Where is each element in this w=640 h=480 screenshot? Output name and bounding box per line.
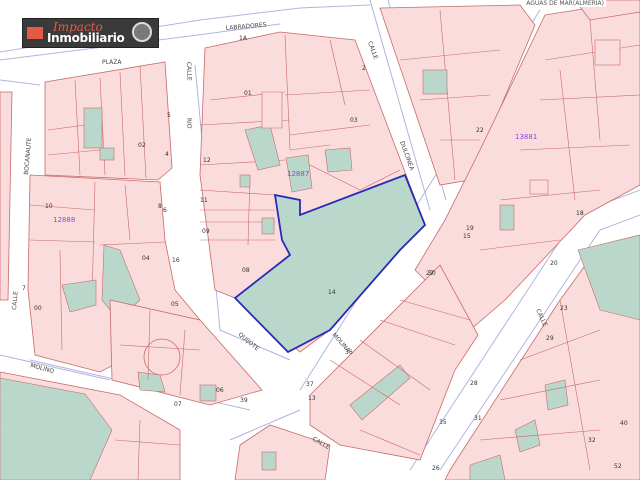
parcel-number: 15 [463, 233, 471, 240]
cadastral-map[interactable]: PLAZA LABRADORES CALLE RIO CALLE DULCINE… [0, 0, 640, 480]
street-bocanaute: BOCANAUTE [23, 137, 33, 175]
block-ref-12888: 12888 [53, 216, 75, 224]
parcel-number: 14 [328, 289, 336, 296]
parcel-number: 40 [620, 420, 628, 427]
parcel-number: 5 [167, 112, 171, 119]
parcel-number: 05 [171, 301, 179, 308]
parcel-number: 8 [158, 203, 162, 210]
parcel-number: 35 [439, 419, 447, 426]
street-calle-left: CALLE [11, 291, 20, 311]
parcel-number: 4 [165, 151, 169, 158]
parcel-number: 2 [362, 65, 366, 72]
parcel-number: 28 [470, 380, 478, 387]
street-molino: MOLINO [29, 362, 54, 375]
parcel-number: 03 [350, 117, 358, 124]
parcel-number: 7 [22, 285, 26, 292]
parcel-number: 13 [308, 395, 316, 402]
parcel-number: 04 [142, 255, 150, 262]
parcel-number: 09 [202, 228, 210, 235]
parcel-number: 39 [240, 397, 248, 404]
parcel-number: 29 [546, 335, 554, 342]
company-logo[interactable]: Impacto Inmobiliario [22, 18, 159, 48]
block-central[interactable] [199, 31, 427, 354]
parcel-number: 22 [476, 127, 484, 134]
street-quijote: QUIJOTE [237, 331, 261, 352]
globe-icon [132, 22, 152, 42]
parcel-number: 11 [200, 197, 208, 204]
parcel-number: 30 [428, 270, 436, 277]
parcel-number: 37 [306, 381, 314, 388]
logo-mark-icon [27, 27, 43, 39]
block-ref-12887: 12887 [287, 170, 309, 178]
parcel-number: 31 [474, 415, 482, 422]
parcel-number: 36 [345, 349, 353, 356]
street-labradores: LABRADORES [226, 21, 267, 32]
parcel-number: 16 [172, 257, 180, 264]
parcel-number: 00 [34, 305, 42, 312]
block-bottom-center[interactable] [234, 424, 331, 480]
parcel-number: 19 [466, 225, 474, 232]
block-left-edge[interactable] [0, 91, 13, 301]
map-canvas[interactable]: PLAZA LABRADORES CALLE RIO CALLE DULCINE… [0, 0, 640, 480]
parcel-number: 07 [174, 401, 182, 408]
parcel-number: 02 [138, 142, 146, 149]
parcel-number: 10 [45, 203, 53, 210]
parcel-number: 52 [614, 463, 622, 470]
parcel-number: 32 [588, 437, 596, 444]
parcel-number: 18 [576, 210, 584, 217]
parcel-number: 01 [244, 90, 252, 97]
street-calle-rio-1: CALLE [185, 62, 193, 81]
parcel-number: 6 [163, 207, 167, 214]
parcel-number: 06 [216, 387, 224, 394]
parcel-number: 1A [239, 35, 248, 42]
street-plaza: PLAZA [102, 59, 122, 66]
map-corner-label: AGUAS DE MAR(ALMERIA) [524, 0, 606, 7]
logo-line2: Inmobiliario [47, 31, 125, 45]
parcel-number: 12 [203, 157, 211, 164]
street-calle-dulcinea-1: CALLE [366, 40, 379, 60]
block-ref-13881: 13881 [515, 133, 537, 141]
parcel-number: 20 [550, 260, 558, 267]
parcel-number: 23 [560, 305, 568, 312]
parcel-number: 26 [432, 465, 440, 472]
parcel-number: 08 [242, 267, 250, 274]
street-calle-rio-2: RIO [185, 118, 192, 129]
